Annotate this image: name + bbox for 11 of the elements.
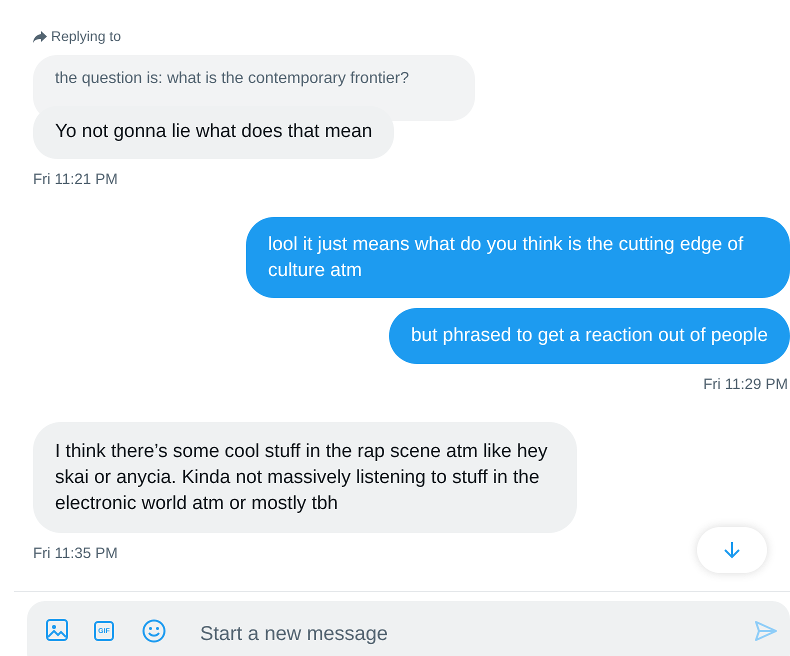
message-bubble: but phrased to get a reaction out of people [388, 308, 790, 364]
timestamp: Fri 11:29 PM [703, 374, 788, 395]
scroll-down-button[interactable] [697, 527, 767, 573]
down-arrow-icon [723, 540, 741, 560]
message-bubble: I think there’s some cool stuff in the rap scene atm like hey skai or anycia. Kinda not massively listening to stuff in the electronic world atm or mostly tbh [33, 422, 577, 534]
timestamp: Fri 11:21 PM [33, 170, 118, 190]
message-bubble: lool it just means what do you think is the cutting edge of culture atm [246, 217, 790, 298]
send-button[interactable] [754, 619, 778, 643]
replying-to-label: Replying to [33, 26, 790, 47]
reply-arrow-icon [33, 30, 47, 42]
timestamp: Fri 11:35 PM [33, 544, 118, 564]
